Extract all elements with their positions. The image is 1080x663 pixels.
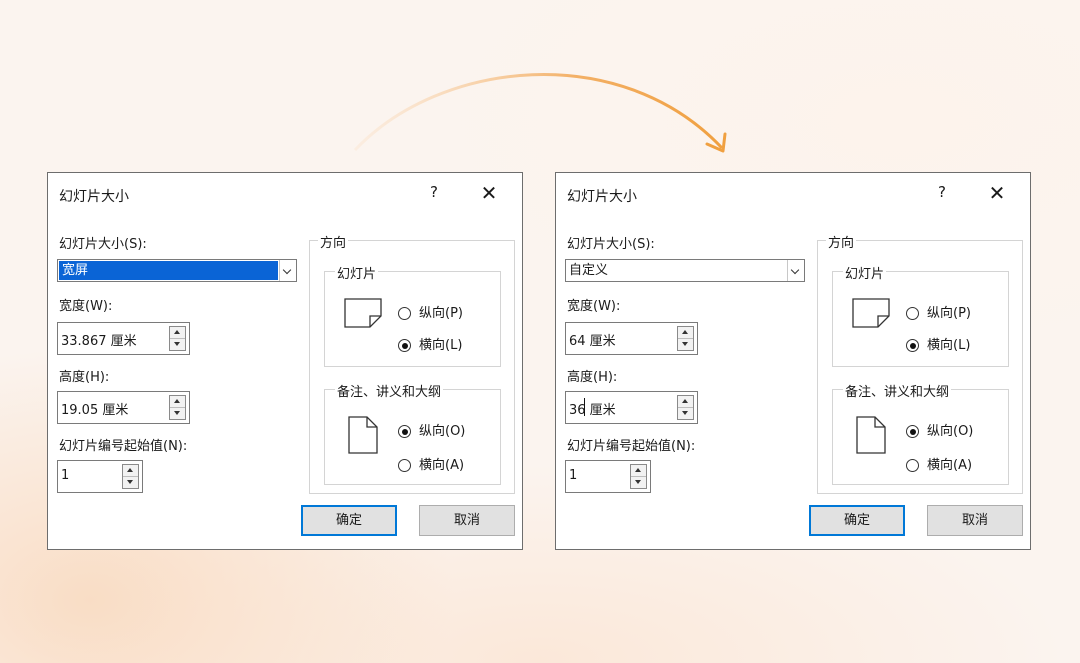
slides-portrait-label: 纵向(P) bbox=[419, 306, 463, 321]
slides-legend: 幻灯片 bbox=[843, 263, 887, 282]
orientation-group: 方向 幻灯片 纵向(P) 横向(L) 备注、讲义和大纲 纵向(O) 横向(A) bbox=[309, 232, 515, 494]
slide-size-label: 幻灯片大小(S): bbox=[567, 237, 655, 252]
spin-up-button[interactable] bbox=[170, 327, 185, 339]
help-button[interactable]: ? bbox=[424, 183, 444, 205]
spin-down-button[interactable] bbox=[678, 408, 693, 419]
orientation-legend: 方向 bbox=[826, 232, 857, 251]
ok-button[interactable]: 确定 bbox=[301, 505, 397, 536]
portrait-page-icon bbox=[348, 416, 378, 454]
spin-up-button[interactable] bbox=[678, 327, 693, 339]
landscape-page-icon bbox=[344, 298, 382, 328]
notes-legend: 备注、讲义和大纲 bbox=[843, 381, 952, 400]
notes-legend: 备注、讲义和大纲 bbox=[335, 381, 444, 400]
height-spinner[interactable]: 36 厘米 bbox=[565, 391, 698, 424]
orientation-group: 方向 幻灯片 纵向(P) 横向(L) 备注、讲义和大纲 纵向(O) 横向(A) bbox=[817, 232, 1023, 494]
chevron-down-icon[interactable] bbox=[279, 260, 296, 281]
width-spinner[interactable]: 33.867 厘米 bbox=[57, 322, 190, 355]
slides-landscape-radio[interactable]: 横向(L) bbox=[906, 334, 970, 353]
spin-up-button[interactable] bbox=[123, 465, 138, 477]
slides-landscape-label: 横向(L) bbox=[927, 338, 971, 353]
slides-legend: 幻灯片 bbox=[335, 263, 379, 282]
height-value: 19.05 厘米 bbox=[61, 403, 129, 418]
slide-size-combo[interactable]: 自定义 bbox=[565, 259, 805, 282]
spin-down-button[interactable] bbox=[631, 477, 646, 488]
spin-up-button[interactable] bbox=[170, 396, 185, 408]
chevron-down-icon[interactable] bbox=[787, 260, 804, 281]
slide-size-dialog-after: 幻灯片大小 ? ✕ 幻灯片大小(S): 自定义 宽度(W): 64 厘米 高度(… bbox=[555, 172, 1031, 550]
slides-orientation-group: 幻灯片 纵向(P) 横向(L) bbox=[324, 263, 501, 367]
width-label: 宽度(W): bbox=[59, 299, 113, 314]
notes-landscape-label: 横向(A) bbox=[419, 458, 465, 473]
close-button[interactable]: ✕ bbox=[478, 181, 500, 205]
width-value: 33.867 厘米 bbox=[61, 334, 137, 349]
help-button[interactable]: ? bbox=[932, 183, 952, 205]
width-label: 宽度(W): bbox=[567, 299, 621, 314]
notes-landscape-radio[interactable]: 横向(A) bbox=[906, 454, 972, 473]
text-caret bbox=[584, 398, 585, 416]
slide-size-value: 自定义 bbox=[569, 263, 609, 278]
portrait-page-icon bbox=[856, 416, 886, 454]
spin-down-button[interactable] bbox=[170, 408, 185, 419]
spin-down-button[interactable] bbox=[123, 477, 138, 488]
slides-landscape-label: 横向(L) bbox=[419, 338, 463, 353]
number-start-spinner[interactable]: 1 bbox=[57, 460, 143, 493]
radio-circle bbox=[398, 459, 411, 472]
height-label: 高度(H): bbox=[567, 370, 618, 385]
ok-button[interactable]: 确定 bbox=[809, 505, 905, 536]
slides-portrait-radio[interactable]: 纵向(P) bbox=[398, 302, 463, 321]
height-spinner[interactable]: 19.05 厘米 bbox=[57, 391, 190, 424]
width-value: 64 厘米 bbox=[569, 334, 616, 349]
width-spinner[interactable]: 64 厘米 bbox=[565, 322, 698, 355]
radio-circle bbox=[906, 307, 919, 320]
notes-orientation-group: 备注、讲义和大纲 纵向(O) 横向(A) bbox=[324, 381, 501, 485]
number-start-spinner[interactable]: 1 bbox=[565, 460, 651, 493]
orientation-legend: 方向 bbox=[318, 232, 349, 251]
number-start-value: 1 bbox=[569, 468, 578, 483]
notes-portrait-radio[interactable]: 纵向(O) bbox=[906, 420, 973, 439]
radio-circle bbox=[398, 307, 411, 320]
radio-circle bbox=[906, 459, 919, 472]
slide-size-combo[interactable]: 宽屏 bbox=[57, 259, 297, 282]
radio-circle-selected bbox=[398, 339, 411, 352]
number-start-value: 1 bbox=[61, 468, 70, 483]
spin-down-button[interactable] bbox=[170, 339, 185, 350]
notes-landscape-label: 横向(A) bbox=[927, 458, 973, 473]
slides-portrait-radio[interactable]: 纵向(P) bbox=[906, 302, 971, 321]
cancel-button[interactable]: 取消 bbox=[419, 505, 515, 536]
slide-size-value: 宽屏 bbox=[59, 261, 278, 280]
notes-landscape-radio[interactable]: 横向(A) bbox=[398, 454, 464, 473]
dialog-title: 幻灯片大小 bbox=[567, 189, 637, 205]
slides-portrait-label: 纵向(P) bbox=[927, 306, 971, 321]
slide-size-label: 幻灯片大小(S): bbox=[59, 237, 147, 252]
radio-circle-selected bbox=[398, 425, 411, 438]
height-label: 高度(H): bbox=[59, 370, 110, 385]
number-start-label: 幻灯片编号起始值(N): bbox=[567, 439, 696, 454]
spin-down-button[interactable] bbox=[678, 339, 693, 350]
dialog-title: 幻灯片大小 bbox=[59, 189, 129, 205]
close-button[interactable]: ✕ bbox=[986, 181, 1008, 205]
radio-circle-selected bbox=[906, 425, 919, 438]
slides-orientation-group: 幻灯片 纵向(P) 横向(L) bbox=[832, 263, 1009, 367]
number-start-label: 幻灯片编号起始值(N): bbox=[59, 439, 188, 454]
spin-up-button[interactable] bbox=[678, 396, 693, 408]
notes-portrait-label: 纵向(O) bbox=[419, 424, 466, 439]
notes-portrait-label: 纵向(O) bbox=[927, 424, 974, 439]
spin-up-button[interactable] bbox=[631, 465, 646, 477]
height-value: 36 厘米 bbox=[569, 403, 616, 418]
slides-landscape-radio[interactable]: 横向(L) bbox=[398, 334, 462, 353]
cancel-button[interactable]: 取消 bbox=[927, 505, 1023, 536]
landscape-page-icon bbox=[852, 298, 890, 328]
radio-circle-selected bbox=[906, 339, 919, 352]
notes-orientation-group: 备注、讲义和大纲 纵向(O) 横向(A) bbox=[832, 381, 1009, 485]
slide-size-dialog-before: 幻灯片大小 ? ✕ 幻灯片大小(S): 宽屏 宽度(W): 33.867 厘米 … bbox=[47, 172, 523, 550]
notes-portrait-radio[interactable]: 纵向(O) bbox=[398, 420, 465, 439]
